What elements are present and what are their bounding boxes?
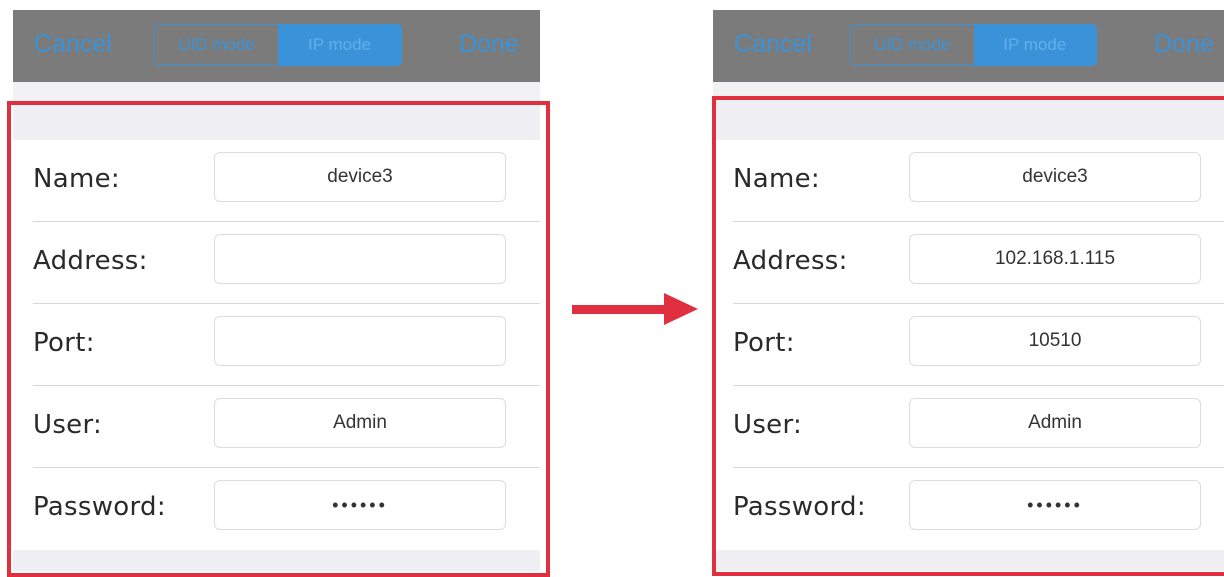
name-label: Name: <box>733 164 820 194</box>
port-row: Port: <box>13 304 540 386</box>
uid-mode-segment[interactable]: UID mode <box>155 25 278 65</box>
device-form: Name: device3 Address: 102.168.1.115 Por… <box>713 140 1224 550</box>
address-field[interactable] <box>214 234 506 284</box>
name-field[interactable]: device3 <box>214 152 506 202</box>
address-row: Address: <box>13 222 540 304</box>
port-field[interactable]: 10510 <box>909 316 1201 366</box>
port-row: Port: 10510 <box>713 304 1224 386</box>
address-label: Address: <box>733 246 848 276</box>
top-strip <box>713 82 1224 100</box>
port-label: Port: <box>33 328 95 358</box>
device-form-after: Cancel UID mode IP mode Done Name: devic… <box>713 10 1224 571</box>
user-row: User: Admin <box>713 386 1224 468</box>
password-field[interactable]: •••••• <box>909 480 1201 530</box>
mode-segmented-control: UID mode IP mode <box>154 24 402 66</box>
right-arrow-icon <box>572 293 698 325</box>
user-field[interactable]: Admin <box>909 398 1201 448</box>
name-field[interactable]: device3 <box>909 152 1201 202</box>
password-label: Password: <box>33 492 166 522</box>
port-field[interactable] <box>214 316 506 366</box>
password-field[interactable]: •••••• <box>214 480 506 530</box>
done-button[interactable]: Done <box>459 30 519 59</box>
user-row: User: Admin <box>13 386 540 468</box>
password-row: Password: •••••• <box>713 468 1224 550</box>
bottom-gap <box>713 550 1224 571</box>
top-strip <box>13 82 540 100</box>
user-label: User: <box>733 410 803 440</box>
address-field[interactable]: 102.168.1.115 <box>909 234 1201 284</box>
address-row: Address: 102.168.1.115 <box>713 222 1224 304</box>
done-button[interactable]: Done <box>1154 30 1214 59</box>
ip-mode-segment[interactable]: IP mode <box>278 25 401 65</box>
mode-segmented-control: UID mode IP mode <box>850 24 1097 66</box>
section-header <box>13 100 540 140</box>
cancel-button[interactable]: Cancel <box>34 30 112 59</box>
name-row: Name: device3 <box>713 140 1224 222</box>
user-field[interactable]: Admin <box>214 398 506 448</box>
section-header <box>713 100 1224 140</box>
password-label: Password: <box>733 492 866 522</box>
device-form-before: Cancel UID mode IP mode Done Name: devic… <box>13 10 540 571</box>
cancel-button[interactable]: Cancel <box>734 30 812 59</box>
password-row: Password: •••••• <box>13 468 540 550</box>
user-label: User: <box>33 410 103 440</box>
device-form: Name: device3 Address: Port: User: Admin… <box>13 140 540 550</box>
uid-mode-segment[interactable]: UID mode <box>851 25 974 65</box>
name-label: Name: <box>33 164 120 194</box>
address-label: Address: <box>33 246 148 276</box>
ip-mode-segment[interactable]: IP mode <box>973 25 1096 65</box>
port-label: Port: <box>733 328 795 358</box>
bottom-gap <box>13 550 540 571</box>
name-row: Name: device3 <box>13 140 540 222</box>
navbar: Cancel UID mode IP mode Done <box>13 10 540 82</box>
navbar: Cancel UID mode IP mode Done <box>713 10 1224 82</box>
